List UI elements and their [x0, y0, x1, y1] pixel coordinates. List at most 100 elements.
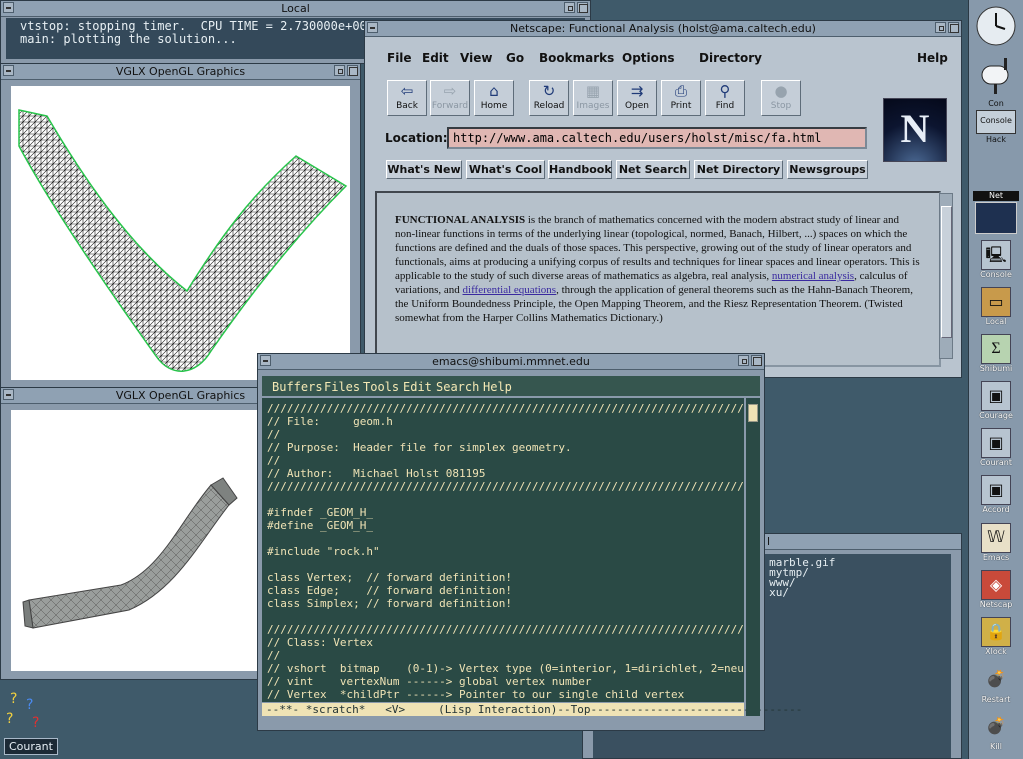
menu-file[interactable]: File — [387, 51, 412, 65]
dock-clock[interactable] — [973, 4, 1019, 48]
netscape-logo-letter: N — [900, 106, 930, 151]
opengl-window-1[interactable]: VGLX OpenGL Graphics — [0, 63, 361, 389]
back-button[interactable]: ⇦ Back — [387, 80, 427, 116]
whats-new-button[interactable]: What's New — [386, 160, 462, 179]
dock-label: Console — [980, 270, 1012, 279]
handbook-button[interactable]: Handbook — [548, 160, 612, 179]
menu-files[interactable]: Files — [324, 380, 360, 394]
dock-restart[interactable]: 💣 Restart — [973, 665, 1019, 709]
opengl-title: VGLX OpenGL Graphics — [115, 389, 246, 402]
dock-console[interactable]: 🖳 Console — [973, 240, 1019, 284]
dock-courant[interactable]: ▣ Courant — [973, 428, 1019, 472]
dock-emacs[interactable]: 𝕎 Emacs — [973, 523, 1019, 567]
numerical-analysis-link[interactable]: numerical analysis — [772, 270, 854, 282]
stop-button[interactable]: ● Stop — [761, 80, 801, 116]
scrollbar-thumb[interactable] — [748, 404, 758, 422]
forward-button[interactable]: ⇨ Forward — [430, 80, 470, 116]
reload-label: Reload — [533, 101, 565, 111]
reload-button[interactable]: ↻ Reload — [529, 80, 569, 116]
clock-icon — [976, 6, 1016, 46]
emacs-buffer-text[interactable]: ////////////////////////////////////////… — [262, 398, 744, 702]
scrollbar-thumb[interactable] — [941, 206, 952, 338]
open-icon: ⇉ — [630, 82, 644, 100]
dock-mailbox[interactable] — [973, 52, 1019, 96]
dock-accord[interactable]: ▣ Accord — [973, 475, 1019, 519]
menu-help[interactable]: Help — [917, 51, 948, 65]
menu-buffers[interactable]: Buffers — [272, 380, 323, 394]
menu-go[interactable]: Go — [506, 51, 524, 65]
images-icon: ▦ — [585, 82, 601, 100]
dock-kill[interactable]: 💣 Kill — [973, 712, 1019, 756]
menu-directory[interactable]: Directory — [699, 51, 762, 65]
monitor-icon: ▣ — [981, 428, 1011, 458]
maximize-button[interactable] — [948, 22, 959, 33]
emacs-scrollbar[interactable] — [746, 398, 760, 716]
dock-net[interactable]: Net — [973, 191, 1019, 237]
desktop-icon-courant[interactable]: ? ? ? ? Courant — [2, 687, 58, 757]
print-icon: ⎙ — [674, 82, 687, 100]
minimize-button[interactable] — [564, 2, 575, 13]
net-directory-button[interactable]: Net Directory — [694, 160, 783, 179]
netscape-window[interactable]: Netscape: Functional Analysis (holst@ama… — [364, 20, 962, 378]
page-content[interactable]: FUNCTIONAL ANALYSIS is the branch of mat… — [375, 191, 941, 367]
bomb-icon: 💣 — [986, 669, 1006, 688]
whats-cool-button[interactable]: What's Cool — [466, 160, 545, 179]
emacs-window[interactable]: emacs@shibumi.mmnet.edu Buffers Files To… — [257, 353, 802, 731]
bomb-icon: 💣 — [986, 716, 1006, 735]
monitor-icon: ▣ — [981, 381, 1011, 411]
location-input[interactable]: http://www.ama.caltech.edu/users/holst/m… — [447, 127, 867, 149]
netscape-logo: N — [883, 98, 947, 162]
dock-xlock[interactable]: 🔒 Xlock — [973, 617, 1019, 661]
newsgroups-button[interactable]: Newsgroups — [787, 160, 868, 179]
differential-equations-link[interactable]: differential equations — [463, 284, 557, 296]
monitor-icon: ▣ — [981, 475, 1011, 505]
menu-bookmarks[interactable]: Bookmarks — [539, 51, 614, 65]
minimize-button[interactable] — [738, 355, 749, 366]
dock-con-console-hack[interactable]: Con Console Hack — [973, 99, 1019, 157]
print-label: Print — [670, 101, 692, 111]
maximize-button[interactable] — [347, 65, 358, 76]
dock-label: Local — [985, 317, 1007, 326]
mailbox-icon — [981, 58, 1009, 94]
window-maker-dock: Con Console Hack Net 🖳 Console ▭ Local Σ Sh… — [968, 0, 1023, 759]
back-arrow-icon: ⇦ — [400, 82, 414, 100]
window-menu-button[interactable] — [3, 65, 14, 76]
menu-help[interactable]: Help — [483, 380, 512, 394]
images-label: Images — [576, 101, 610, 111]
dock-courage[interactable]: ▣ Courage — [973, 381, 1019, 425]
menu-options[interactable]: Options — [622, 51, 675, 65]
net-search-button[interactable]: Net Search — [616, 160, 690, 179]
dock-label: Kill — [990, 742, 1002, 751]
menu-tools[interactable]: Tools — [363, 380, 399, 394]
netscape-icon: ◈ — [981, 570, 1011, 600]
dock-shibumi[interactable]: Σ Shibumi — [973, 334, 1019, 378]
maximize-button[interactable] — [577, 2, 588, 13]
minimize-button[interactable] — [334, 65, 345, 76]
window-menu-button[interactable] — [3, 2, 14, 13]
maximize-button[interactable] — [751, 355, 762, 366]
window-menu-button[interactable] — [367, 22, 378, 33]
home-button[interactable]: ⌂ Home — [474, 80, 514, 116]
page-scrollbar[interactable] — [939, 193, 953, 359]
window-menu-button[interactable] — [3, 389, 14, 400]
images-button[interactable]: ▦ Images — [573, 80, 613, 116]
emacs-title-bar[interactable]: emacs@shibumi.mmnet.edu — [258, 354, 764, 370]
local-title-bar[interactable]: Local — [1, 1, 590, 17]
find-button[interactable]: ⚲ Find — [705, 80, 745, 116]
minimize-button[interactable] — [935, 22, 946, 33]
dock-local[interactable]: ▭ Local — [973, 287, 1019, 331]
open-button[interactable]: ⇉ Open — [617, 80, 657, 116]
dock-netscape[interactable]: ◈ Netscap — [973, 570, 1019, 614]
menu-search[interactable]: Search — [436, 380, 479, 394]
print-button[interactable]: ⎙ Print — [661, 80, 701, 116]
home-label: Home — [480, 101, 508, 111]
menu-edit[interactable]: Edit — [403, 380, 432, 394]
window-menu-button[interactable] — [260, 355, 271, 366]
emacs-menu-bar: Buffers Files Tools Edit Search Help — [262, 376, 760, 396]
mesh-canvas-wireframe[interactable] — [11, 86, 350, 380]
opengl-title-bar[interactable]: VGLX OpenGL Graphics — [1, 64, 360, 80]
netscape-menu-bar: File Edit View Go Bookmarks Options Dire… — [377, 48, 949, 68]
menu-view[interactable]: View — [460, 51, 492, 65]
menu-edit[interactable]: Edit — [422, 51, 449, 65]
netscape-title-bar[interactable]: Netscape: Functional Analysis (holst@ama… — [365, 21, 961, 37]
